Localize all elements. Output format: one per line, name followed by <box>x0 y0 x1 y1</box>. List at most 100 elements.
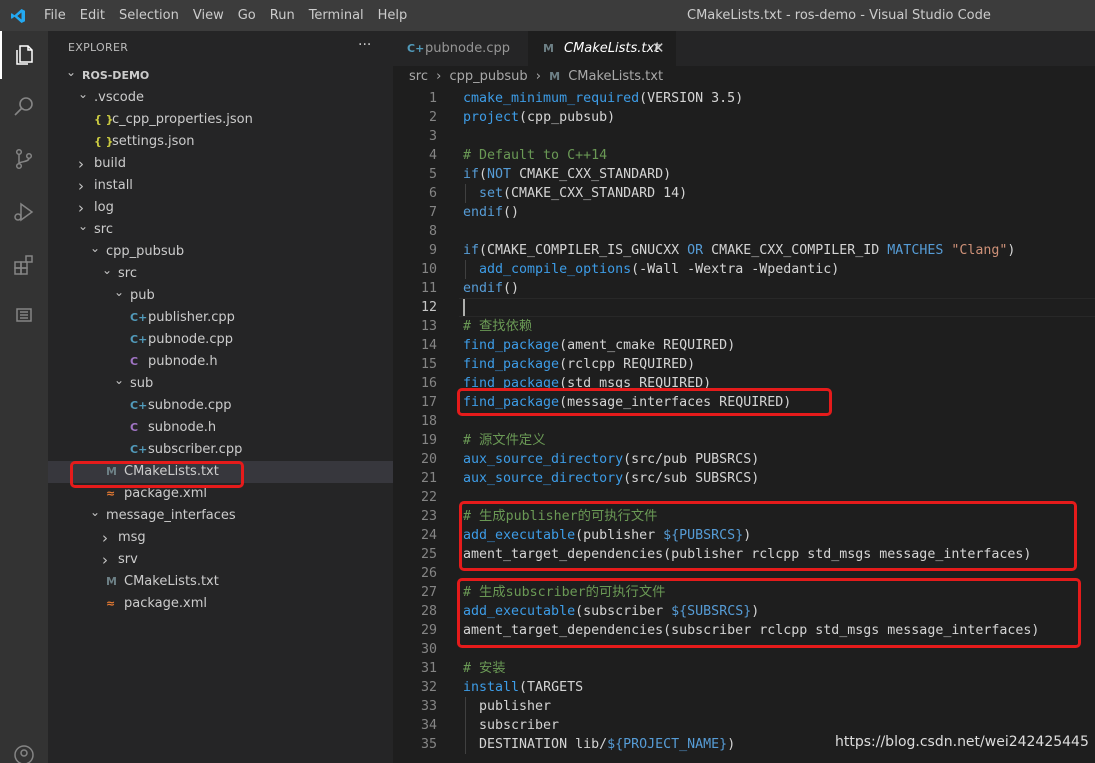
line-number: 28 <box>420 604 437 619</box>
line-text: find_package(message_interfaces REQUIRED… <box>463 395 792 410</box>
chevron-right-icon[interactable]: › <box>102 527 108 549</box>
tree-item[interactable]: { } c_cpp_properties.json <box>48 109 393 131</box>
tree-item-label: pubnode.h <box>148 354 218 369</box>
tree-item[interactable]: C+ pubnode.cpp <box>48 329 393 351</box>
code-line: 34 subscriber <box>393 716 1095 735</box>
chevron-down-icon[interactable]: ⌄ <box>102 259 112 281</box>
menu-run[interactable]: Run <box>270 8 295 23</box>
menu-file[interactable]: File <box>44 8 66 23</box>
tree-item[interactable]: › install <box>48 175 393 197</box>
tree-item[interactable]: ⌄ pub <box>48 285 393 307</box>
line-text: endif() <box>463 281 520 296</box>
tree-item[interactable]: ⌄ .vscode <box>48 87 393 109</box>
cpp-file-icon: C+ <box>130 311 148 324</box>
chevron-down-icon[interactable]: ⌄ <box>78 215 88 237</box>
breadcrumb-item[interactable]: src <box>409 66 428 88</box>
activity-bar <box>0 31 48 763</box>
tree-item[interactable]: C+ subscriber.cpp <box>48 439 393 461</box>
tree-item[interactable]: C+ subnode.cpp <box>48 395 393 417</box>
tab-cmakelists[interactable]: M CMakeLists.txt ✕ <box>528 31 676 66</box>
line-text: project(cpp_pubsub) <box>463 110 616 125</box>
breadcrumb: src › cpp_pubsub › M CMakeLists.txt <box>409 66 663 88</box>
code-line: 16 find_package(std_msgs REQUIRED) <box>393 374 1095 393</box>
line-number: 7 <box>428 205 437 220</box>
tree-item[interactable]: › log <box>48 197 393 219</box>
menu-edit[interactable]: Edit <box>80 8 105 23</box>
code-line: 26 <box>393 564 1095 583</box>
tree-item[interactable]: C+ publisher.cpp <box>48 307 393 329</box>
line-text: find_package(std_msgs REQUIRED) <box>463 376 712 391</box>
code-line: 9 if(CMAKE_COMPILER_IS_GNUCXX OR CMAKE_CX… <box>393 241 1095 260</box>
line-text: # 源文件定义 <box>463 433 546 448</box>
chevron-down-icon[interactable]: ⌄ <box>114 369 124 391</box>
outline-icon[interactable] <box>12 303 36 327</box>
more-actions-icon[interactable]: ··· <box>358 37 371 53</box>
tree-item[interactable]: ⌄ src <box>48 263 393 285</box>
tree-item[interactable]: M CMakeLists.txt <box>48 461 393 483</box>
extensions-icon[interactable] <box>12 253 36 277</box>
header-file-icon: C <box>130 355 139 368</box>
tree-item[interactable]: ⌄ ROS-DEMO <box>48 65 393 87</box>
tree-item-label: ROS-DEMO <box>82 69 150 82</box>
run-debug-icon[interactable] <box>12 200 36 224</box>
tree-item[interactable]: ≈ package.xml <box>48 593 393 615</box>
line-number: 19 <box>420 433 437 448</box>
tree-item[interactable]: ⌄ sub <box>48 373 393 395</box>
explorer-icon[interactable] <box>12 43 36 67</box>
menu-go[interactable]: Go <box>238 8 256 23</box>
tree-item[interactable]: Cpubnode.h <box>48 351 393 373</box>
code-line: 6 set(CMAKE_CXX_STANDARD 14) <box>393 184 1095 203</box>
code-line: 4 # Default to C++14 <box>393 146 1095 165</box>
code-line: 12 <box>393 298 1095 317</box>
json-file-icon: { } <box>94 113 114 126</box>
line-number: 8 <box>428 224 437 239</box>
code-line: 3 <box>393 127 1095 146</box>
code-editor[interactable]: 1 cmake_minimum_required(VERSION 3.5) 2 pro… <box>393 88 1095 763</box>
line-number: 17 <box>420 395 437 410</box>
close-icon[interactable]: ✕ <box>652 31 665 66</box>
code-line: 1 cmake_minimum_required(VERSION 3.5) <box>393 89 1095 108</box>
search-icon[interactable] <box>12 94 36 118</box>
chevron-right-icon[interactable]: › <box>78 153 84 175</box>
menu-terminal[interactable]: Terminal <box>309 8 364 23</box>
tree-item[interactable]: ⌄ cpp_pubsub <box>48 241 393 263</box>
chevron-right-icon[interactable]: › <box>102 549 108 571</box>
tree-item[interactable]: › msg <box>48 527 393 549</box>
tree-item-label: log <box>94 200 114 215</box>
tree-item[interactable]: { } settings.json <box>48 131 393 153</box>
tree-item[interactable]: ⌄ message_interfaces <box>48 505 393 527</box>
line-number: 14 <box>420 338 437 353</box>
vscode-logo-icon[interactable] <box>10 8 26 24</box>
chevron-right-icon: › <box>535 69 541 84</box>
tree-item-label: srv <box>118 552 138 567</box>
json-file-icon: { } <box>94 135 114 148</box>
code-line: 28 add_executable(subscriber ${SUBSRCS}) <box>393 602 1095 621</box>
line-text: # Default to C++14 <box>463 148 608 163</box>
chevron-down-icon[interactable]: ⌄ <box>90 237 100 259</box>
line-number: 34 <box>420 718 437 733</box>
chevron-down-icon[interactable]: ⌄ <box>66 61 76 83</box>
menu-help[interactable]: Help <box>378 8 408 23</box>
chevron-right-icon[interactable]: › <box>78 175 84 197</box>
account-icon[interactable] <box>12 743 36 763</box>
tab-bar: C+ pubnode.cpp M CMakeLists.txt ✕ <box>393 31 1095 66</box>
tree-item[interactable]: › srv <box>48 549 393 571</box>
breadcrumb-item[interactable]: CMakeLists.txt <box>568 66 663 88</box>
tree-item[interactable]: M CMakeLists.txt <box>48 571 393 593</box>
menu-selection[interactable]: Selection <box>119 8 179 23</box>
chevron-down-icon[interactable]: ⌄ <box>90 501 100 523</box>
chevron-down-icon[interactable]: ⌄ <box>114 281 124 303</box>
tree-item[interactable]: Csubnode.h <box>48 417 393 439</box>
tree-item-label: pubnode.cpp <box>148 332 233 347</box>
menu-view[interactable]: View <box>193 8 224 23</box>
tab-label: CMakeLists.txt <box>564 41 660 56</box>
line-number: 35 <box>420 737 437 752</box>
code-line: 5 if(NOT CMAKE_CXX_STANDARD) <box>393 165 1095 184</box>
line-text: # 安装 <box>463 661 506 676</box>
source-control-icon[interactable] <box>12 147 36 171</box>
chevron-down-icon[interactable]: ⌄ <box>78 83 88 105</box>
breadcrumb-item[interactable]: cpp_pubsub <box>449 66 527 88</box>
tree-item[interactable]: › build <box>48 153 393 175</box>
cmake-file-icon: M <box>106 575 117 588</box>
tab-pubnode-cpp[interactable]: C+ pubnode.cpp <box>393 31 528 66</box>
